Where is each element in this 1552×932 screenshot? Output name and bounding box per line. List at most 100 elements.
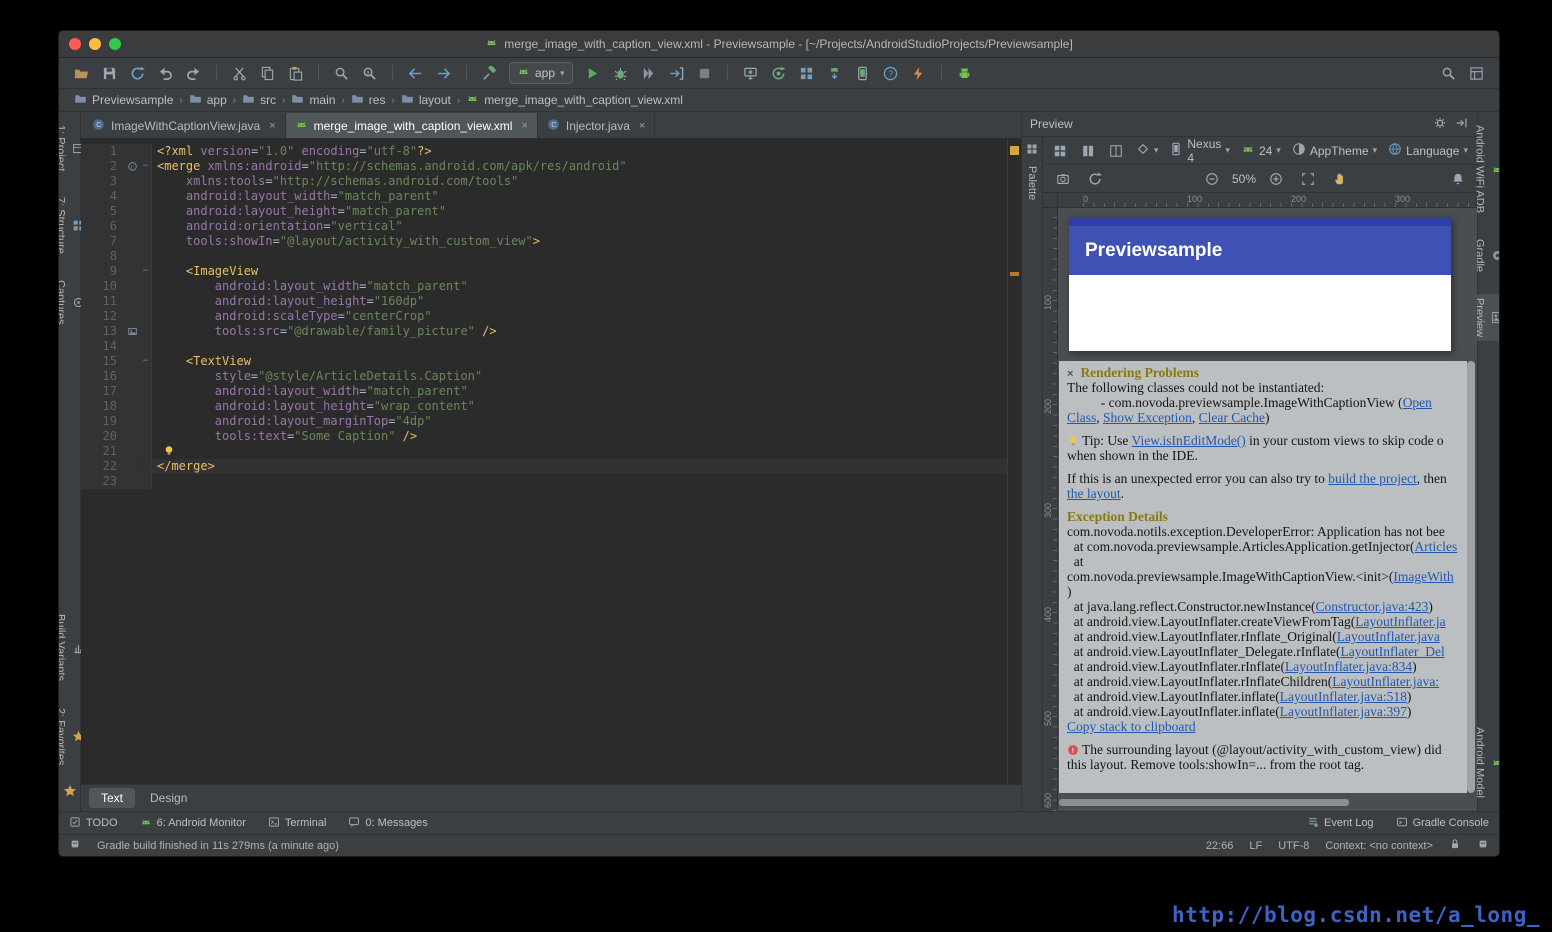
toolbar-sync-project-with-gradle-button[interactable] — [766, 62, 791, 84]
problems-link[interactable]: LayoutInflater_Del — [1341, 644, 1445, 659]
problems-link[interactable]: LayoutInflater.java:518 — [1280, 689, 1407, 704]
lock-icon[interactable] — [1449, 838, 1461, 853]
toolbar-copy-button[interactable] — [255, 62, 280, 84]
code-line-9[interactable]: 9 − <ImageView — [81, 264, 1021, 279]
problems-link[interactable]: ImageWith — [1393, 569, 1453, 584]
selector-apptheme[interactable]: AppTheme ▾ — [1290, 142, 1379, 159]
code-line-5[interactable]: 5 android:layout_height="match_parent" — [81, 204, 1021, 219]
breadcrumb-item-layout[interactable]: layout — [396, 92, 456, 108]
code-line-3[interactable]: 3 xmlns:tools="http://schemas.android.co… — [81, 174, 1021, 189]
caret-position[interactable]: 22:66 — [1206, 840, 1234, 852]
preview-horizontal-scrollbar[interactable] — [1059, 799, 1349, 806]
hide-panel-icon[interactable] — [1455, 116, 1469, 133]
error-stripe[interactable] — [1007, 139, 1021, 784]
toolbar-android-device-monitor-button[interactable] — [952, 62, 977, 84]
preview-vertical-scrollbar[interactable] — [1467, 361, 1475, 793]
breadcrumb-item-src[interactable]: src — [237, 92, 281, 108]
editor-mode-tab-design[interactable]: Design — [138, 788, 199, 808]
layout-preview-canvas[interactable]: Previewsample — [1069, 217, 1451, 351]
design-surface[interactable]: 0 100 200 300 100 200 300 400 500 600 Previewsam… — [1043, 193, 1477, 811]
problems-link[interactable]: build the project — [1328, 471, 1416, 486]
gutter-img-icon[interactable] — [124, 324, 140, 339]
breadcrumb-item-merge-image-with-caption-view-xml[interactable]: merge_image_with_caption_view.xml — [461, 92, 688, 108]
toolbar-paste-button[interactable] — [283, 62, 308, 84]
code-line-18[interactable]: 18 android:layout_height="wrap_content" — [81, 399, 1021, 414]
code-line-11[interactable]: 11 android:layout_height="160dp" — [81, 294, 1021, 309]
problems-link[interactable]: LayoutInflater.java: — [1332, 674, 1439, 689]
toolbar-undo-button[interactable] — [153, 62, 178, 84]
problems-link[interactable]: LayoutInflater.ja — [1355, 614, 1445, 629]
inspections-profile-icon[interactable] — [1477, 838, 1489, 853]
toolwindow-button-todo[interactable]: TODO — [69, 816, 118, 831]
selector-24[interactable]: 24 ▾ — [1239, 142, 1283, 159]
code-line-22[interactable]: 22 </merge> — [81, 459, 1021, 474]
toolbar-save-all-button[interactable] — [97, 62, 122, 84]
tab-close-icon[interactable]: × — [521, 120, 527, 132]
breadcrumb-item-res[interactable]: res — [346, 92, 391, 108]
problems-link[interactable]: Articles — [1415, 539, 1458, 554]
toolbar-sdk-manager-button[interactable] — [822, 62, 847, 84]
toolwindow-button-terminal[interactable]: Terminal — [268, 816, 326, 831]
toolbar-stop-button[interactable] — [692, 62, 717, 84]
breadcrumb-item-app[interactable]: app — [184, 92, 232, 108]
tab-close-icon[interactable]: × — [639, 120, 645, 132]
toolbar-replace-button[interactable]: a — [357, 62, 382, 84]
code-line-19[interactable]: 19 android:layout_marginTop="4dp" — [81, 414, 1021, 429]
selector-nexus-4[interactable]: Nexus 4 ▾ — [1167, 137, 1232, 165]
preview-camera-icon[interactable] — [1050, 168, 1075, 190]
code-line-2[interactable]: 2 c − <merge xmlns:android="http://schemas.… — [81, 159, 1021, 174]
orientation-selector[interactable]: ▾ — [1134, 142, 1161, 159]
fold-marker[interactable]: − — [140, 264, 152, 279]
preview-config-cols-icon[interactable] — [1078, 140, 1099, 162]
toolbar-cut-button[interactable] — [227, 62, 252, 84]
tab-close-icon[interactable]: × — [269, 120, 275, 132]
zoom-button[interactable] — [109, 38, 121, 50]
toolbar-attach-debugger-button[interactable] — [664, 62, 689, 84]
code-line-16[interactable]: 16 style="@style/ArticleDetails.Caption" — [81, 369, 1021, 384]
code-line-8[interactable]: 8 — [81, 249, 1021, 264]
toolbar-manage-layouts-button[interactable] — [1464, 62, 1489, 84]
toolbar-synchronize-button[interactable] — [125, 62, 150, 84]
toolwindow-button-gradle-console[interactable]: Gradle Console — [1396, 816, 1489, 831]
problems-link[interactable]: Copy stack to clipboard — [1067, 719, 1196, 734]
problems-link[interactable]: LayoutInflater.java — [1337, 629, 1440, 644]
breadcrumb-item-previewsample[interactable]: Previewsample — [69, 92, 178, 108]
zoom-out-icon[interactable] — [1200, 168, 1225, 190]
editor-tab-imagewithcaptionview-java[interactable]: C ImageWithCaptionView.java × — [83, 113, 286, 138]
problems-link[interactable]: Open — [1403, 395, 1432, 410]
fold-marker[interactable]: − — [140, 354, 152, 369]
selector-language[interactable]: Language ▾ — [1386, 142, 1470, 159]
toolbar-instant-run-button[interactable] — [906, 62, 931, 84]
problems-close-icon[interactable]: × — [1067, 368, 1073, 380]
code-line-12[interactable]: 12 android:scaleType="centerCrop" — [81, 309, 1021, 324]
context-indicator[interactable]: Context: <no context> — [1325, 840, 1433, 852]
toolbar-avd-manager-button[interactable] — [850, 62, 875, 84]
code-line-17[interactable]: 17 android:layout_width="match_parent" — [81, 384, 1021, 399]
line-ending-indicator[interactable]: LF — [1249, 840, 1262, 852]
zoom-in-icon[interactable] — [1263, 168, 1288, 190]
code-line-7[interactable]: 7 tools:showIn="@layout/activity_with_cu… — [81, 234, 1021, 249]
toolwindow-button-0-messages[interactable]: 0: Messages — [348, 816, 428, 831]
toolbar-make-project-button[interactable] — [477, 62, 502, 84]
preview-config-split-icon[interactable] — [1106, 140, 1127, 162]
problems-link[interactable]: the layout — [1067, 486, 1121, 501]
editor-tab-injector-java[interactable]: C Injector.java × — [537, 113, 656, 138]
gear-icon[interactable] — [1433, 116, 1447, 133]
gutter-c-icon[interactable]: c — [124, 159, 140, 174]
toolbar-project-structure-button[interactable] — [794, 62, 819, 84]
problems-link[interactable]: Constructor.java:423 — [1316, 599, 1429, 614]
code-line-23[interactable]: 23 — [81, 474, 1021, 489]
code-line-10[interactable]: 10 android:layout_width="match_parent" — [81, 279, 1021, 294]
problems-link[interactable]: LayoutInflater.java:834 — [1285, 659, 1412, 674]
pan-hand-icon[interactable] — [1327, 168, 1352, 190]
toolwindow-button-6-android-monitor[interactable]: 6: Android Monitor — [140, 816, 246, 831]
toolbar-back-button[interactable] — [403, 62, 428, 84]
run-configuration-selector[interactable]: app ▾ — [509, 62, 573, 84]
error-stripe-mark[interactable] — [1010, 272, 1019, 276]
toolwindow-button-event-log[interactable]: Event Log — [1307, 816, 1374, 831]
toolbar-forward-button[interactable] — [431, 62, 456, 84]
toolbar-debug-button[interactable] — [608, 62, 633, 84]
code-line-13[interactable]: 13 tools:src="@drawable/family_picture" … — [81, 324, 1021, 339]
toolbar-run-with-coverage-button[interactable] — [636, 62, 661, 84]
code-line-14[interactable]: 14 — [81, 339, 1021, 354]
